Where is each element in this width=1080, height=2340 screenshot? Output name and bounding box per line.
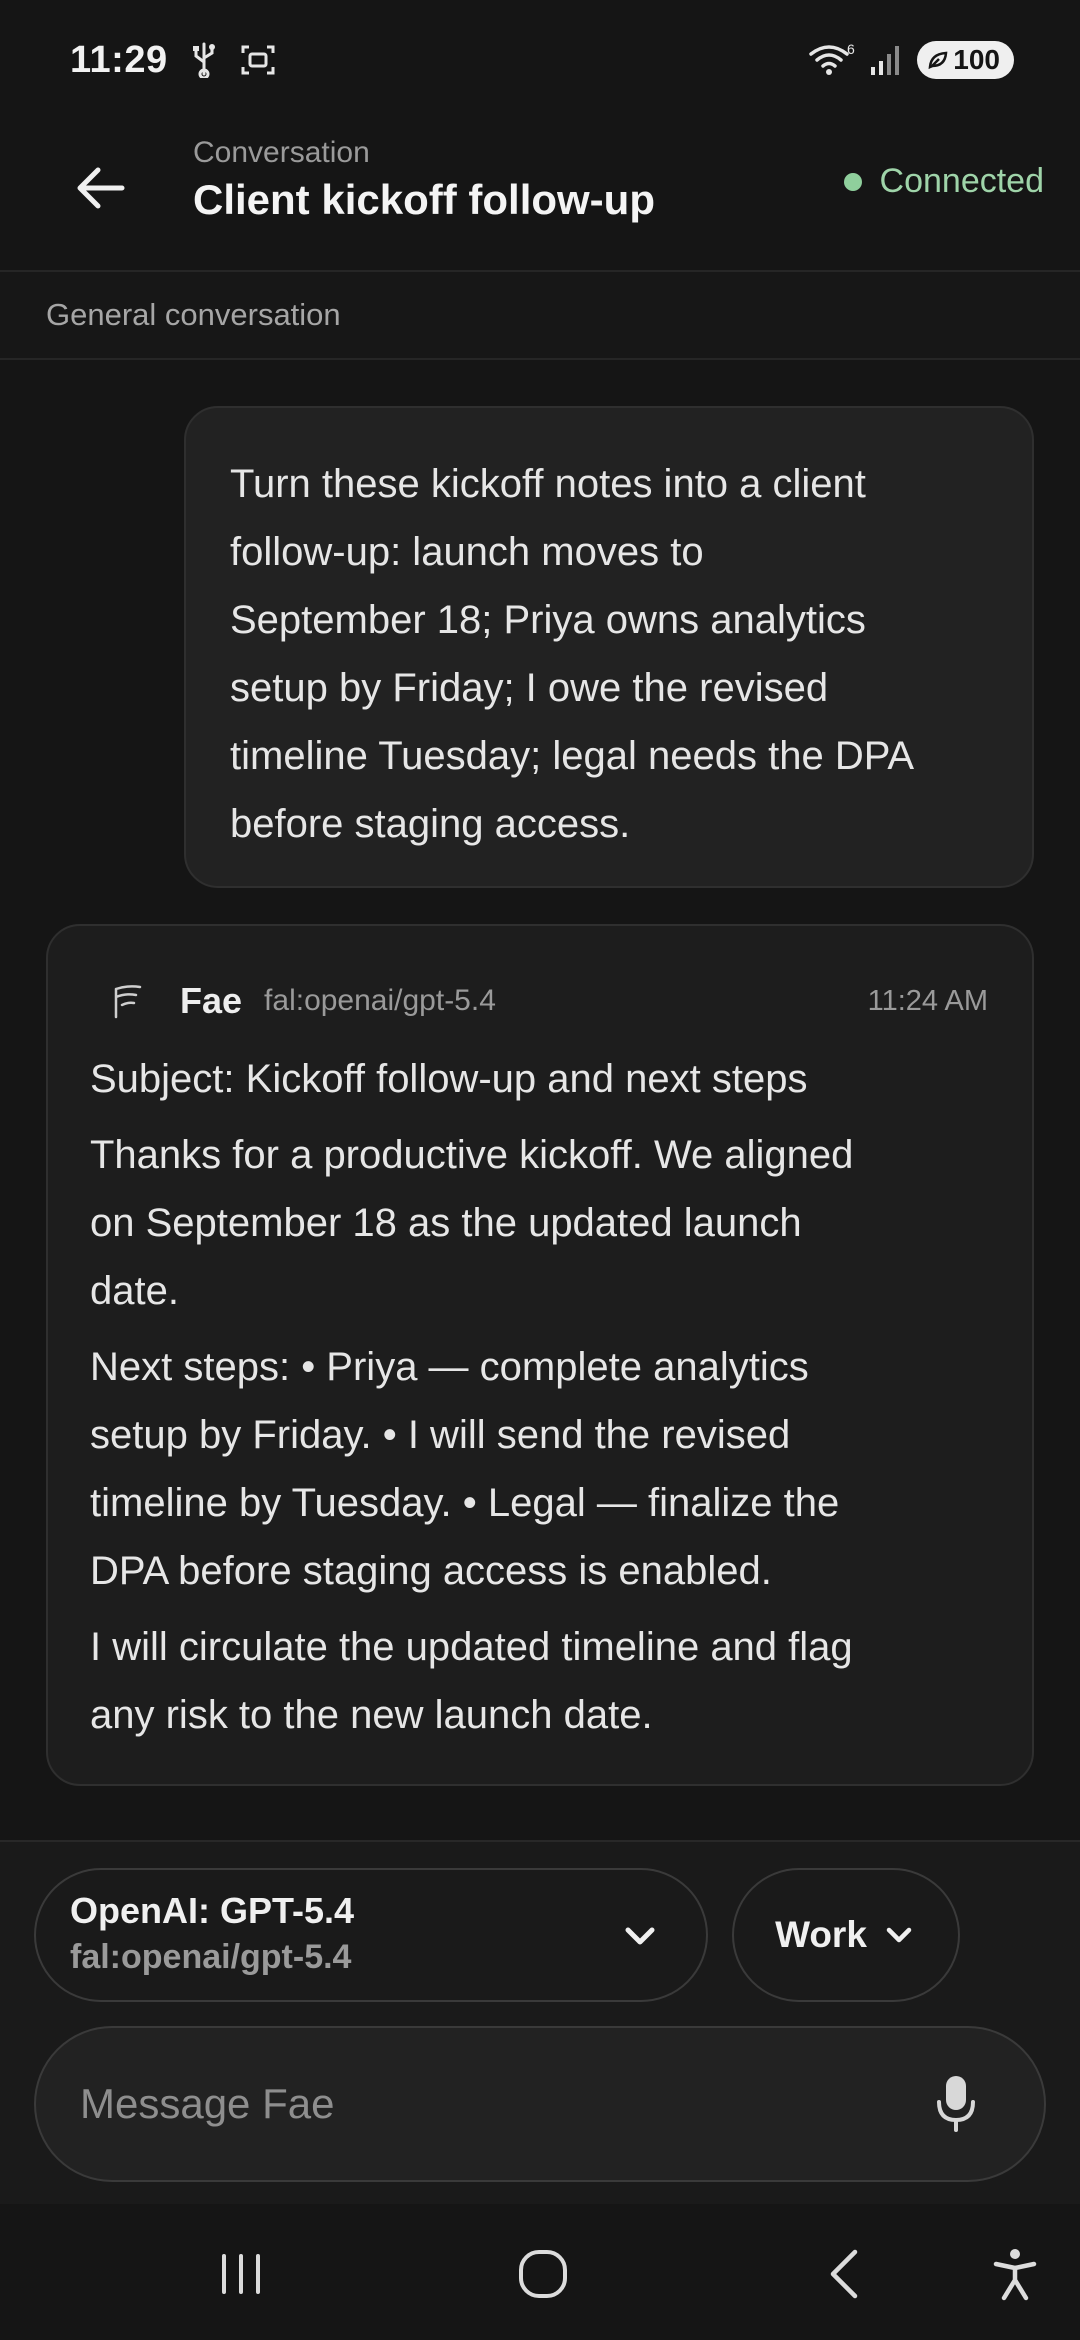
assistant-subject: Subject: Kickoff follow-up and next step… — [90, 1057, 808, 1101]
user-line: Turn these kickoff notes into a client — [230, 462, 866, 506]
assistant-line: on September 18 as the updated launch — [90, 1201, 802, 1245]
usb-icon — [190, 42, 218, 78]
user-line: setup by Friday; I owe the revised — [230, 666, 829, 710]
status-time: 11:29 — [70, 38, 168, 81]
recent-apps-icon — [222, 2254, 260, 2294]
back-icon — [830, 2249, 858, 2299]
assistant-model: fal:openai/gpt-5.4 — [264, 984, 496, 1017]
section-bar: General conversation — [0, 272, 1080, 360]
battery-level: 100 — [953, 44, 1000, 75]
accessibility-button[interactable] — [970, 2234, 1060, 2314]
composer-area: OpenAI: GPT-5.4 fal:openai/gpt-5.4 Work — [0, 1840, 1080, 2204]
chevron-down-icon — [625, 1927, 655, 1945]
message-input[interactable] — [80, 2080, 928, 2128]
connection-dot — [843, 172, 862, 191]
screenshot-icon — [240, 42, 276, 78]
page-title: Client kickoff follow-up — [193, 176, 655, 223]
battery-indicator: 100 — [917, 41, 1014, 79]
user-line: timeline Tuesday; legal needs the DPA — [230, 734, 915, 778]
header-eyebrow: Conversation — [193, 136, 370, 169]
mode-label: Work — [775, 1914, 867, 1955]
assistant-line: setup by Friday. • I will send the revis… — [90, 1413, 791, 1457]
back-button[interactable] — [70, 156, 134, 220]
system-nav-bar — [0, 2204, 1080, 2340]
assistant-line: timeline by Tuesday. • Legal — finalize … — [90, 1481, 840, 1525]
assistant-paragraph-2: Next steps: • Priya — complete analytics… — [90, 1333, 990, 1605]
section-label: General conversation — [46, 297, 341, 332]
accessibility-icon — [993, 2249, 1037, 2301]
fae-logo-icon — [106, 979, 150, 1023]
message-timestamp: 11:24 AM — [867, 984, 988, 1017]
app-header: Conversation Client kickoff follow-up Co… — [0, 120, 1080, 272]
assistant-line: any risk to the new launch date. — [90, 1693, 653, 1737]
connection-status: Connected — [843, 162, 1044, 201]
connection-label: Connected — [879, 162, 1044, 200]
assistant-line: Thanks for a productive kickoff. We alig… — [90, 1133, 854, 1177]
system-back-button[interactable] — [800, 2234, 890, 2314]
user-line: follow-up: launch moves to — [230, 530, 704, 574]
recent-apps-button[interactable] — [196, 2234, 286, 2314]
mode-selector[interactable]: Work — [732, 1868, 960, 2002]
home-icon — [519, 2250, 567, 2298]
wifi-icon: 6 — [807, 42, 855, 78]
message-composer — [34, 2026, 1046, 2182]
assistant-line: date. — [90, 1269, 179, 1313]
assistant-paragraph-1: Thanks for a productive kickoff. We alig… — [90, 1121, 990, 1325]
user-message-text: Turn these kickoff notes into a client f… — [230, 450, 992, 858]
network-badge: 6 — [847, 42, 855, 57]
assistant-line: I will circulate the updated timeline an… — [90, 1625, 853, 1669]
status-left: 11:29 — [70, 39, 276, 82]
arrow-left-icon — [77, 167, 125, 209]
user-message[interactable]: Turn these kickoff notes into a client f… — [184, 406, 1034, 888]
app-screen: 11:29 6 100 Conversation Client kickoff … — [0, 0, 1080, 2340]
mic-button[interactable] — [928, 2072, 984, 2136]
assistant-name: Fae — [180, 980, 243, 1021]
battery-leaf-icon — [928, 51, 948, 70]
model-id: fal:openai/gpt-5.4 — [70, 1938, 352, 1976]
home-button[interactable] — [498, 2234, 588, 2314]
assistant-paragraph-3: I will circulate the updated timeline an… — [90, 1613, 990, 1749]
user-line: September 18; Priya owns analytics — [230, 598, 866, 642]
model-selector[interactable]: OpenAI: GPT-5.4 fal:openai/gpt-5.4 — [34, 1868, 708, 2002]
assistant-line: DPA before staging access is enabled. — [90, 1549, 772, 1593]
signal-icon — [869, 43, 903, 77]
status-right: 6 100 — [807, 41, 1014, 79]
assistant-meta: Fae fal:openai/gpt-5.4 11:24 AM — [92, 976, 988, 1026]
status-bar: 11:29 6 100 — [0, 0, 1080, 120]
user-line: before staging access. — [230, 802, 631, 846]
assistant-line: Next steps: • Priya — complete analytics — [90, 1345, 809, 1389]
microphone-icon — [937, 2076, 975, 2132]
chevron-down-icon — [886, 1927, 912, 1943]
model-name: OpenAI: GPT-5.4 — [70, 1890, 355, 1931]
